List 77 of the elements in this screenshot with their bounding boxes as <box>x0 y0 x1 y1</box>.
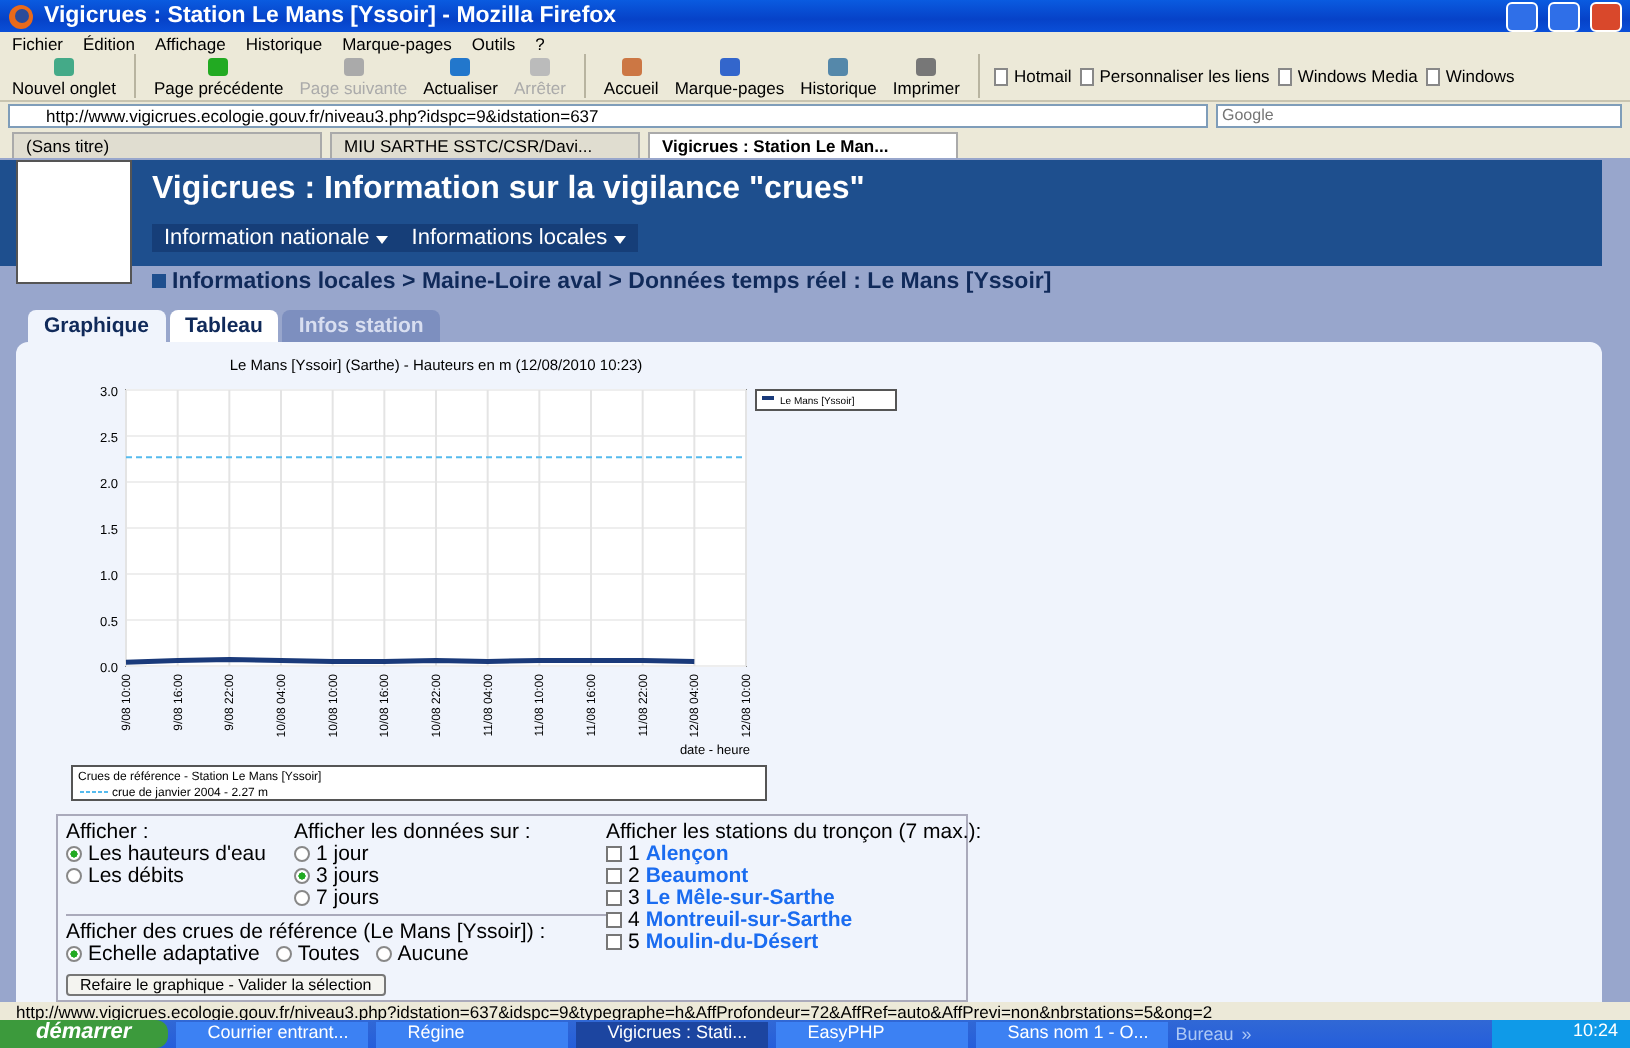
menu-item[interactable]: Outils <box>471 34 516 54</box>
toolbar-button[interactable]: Historique <box>796 55 881 98</box>
toolbar-button[interactable]: Marque-pages <box>670 55 789 98</box>
taskbar-item[interactable]: Régine <box>375 1021 568 1047</box>
address-field[interactable]: http://www.vigicrues.ecologie.gouv.fr/niveau3.php?idspc=9&idstation=637 <box>8 103 1208 128</box>
browser-tab[interactable]: Vigicrues : Station Le Man... <box>648 131 958 158</box>
taskbar-item[interactable]: Courrier entrant... <box>175 1021 368 1047</box>
minimize-button[interactable] <box>1506 1 1538 31</box>
close-button[interactable] <box>1590 1 1622 31</box>
nav-menu[interactable]: Informations locales <box>399 223 638 252</box>
station-number: 4 <box>628 909 640 932</box>
maximize-button[interactable] <box>1548 1 1580 31</box>
radio-option[interactable]: 1 jour <box>294 843 531 866</box>
menu-item[interactable]: Affichage <box>155 34 226 54</box>
system-tray: 10:24 <box>1492 1020 1630 1048</box>
station-number: 5 <box>628 931 640 954</box>
station-number: 3 <box>628 887 640 910</box>
page-icon <box>1079 67 1094 86</box>
window-title: Vigicrues : Station Le Mans [Yssoir] - Mozilla Firefox <box>44 4 619 28</box>
bookmark-link[interactable]: Windows <box>1425 66 1515 87</box>
group-label: Afficher des crues de référence (Le Mans [Yssoir]) : <box>66 919 548 944</box>
checkbox[interactable] <box>606 912 622 929</box>
page-icon <box>1425 67 1440 86</box>
group-label: Afficher : <box>66 819 151 844</box>
toolbar-label: Bureau <box>1175 1024 1234 1044</box>
station-number: 2 <box>628 865 640 888</box>
radio-option[interactable]: Les hauteurs d'eau <box>66 843 266 866</box>
radio-option[interactable]: 7 jours <box>294 887 531 910</box>
taskbar-item[interactable]: Vigicrues : Stati... <box>575 1021 768 1047</box>
checkbox[interactable] <box>606 846 622 863</box>
radio-option[interactable]: Aucune <box>375 943 469 966</box>
menu-item[interactable]: Historique <box>245 34 323 54</box>
bookmark-link[interactable]: Personnaliser les liens <box>1079 66 1270 87</box>
station-link[interactable]: Le Mêle-sur-Sarthe <box>645 887 835 910</box>
bookmark-link[interactable]: Windows Media <box>1277 66 1418 87</box>
caret-icon <box>375 235 388 244</box>
station-link[interactable]: Beaumont <box>645 865 749 888</box>
logo <box>16 159 132 284</box>
radio-option[interactable]: 3 jours <box>294 865 531 888</box>
page-icon <box>1277 67 1292 86</box>
menu-item[interactable]: Marque-pages <box>342 34 452 54</box>
radio-option[interactable]: Echelle adaptative <box>66 943 260 966</box>
radio-option[interactable]: Toutes <box>275 943 360 966</box>
page-icon <box>993 67 1008 86</box>
group-label: Afficher les stations du tronçon (7 max.): <box>606 819 982 844</box>
page-tab[interactable]: Graphique <box>28 309 166 342</box>
taskbar-item[interactable]: Sans nom 1 - O... <box>975 1021 1168 1047</box>
submit-button[interactable]: Refaire le graphique - Valider la sélection <box>66 973 386 996</box>
breadcrumb: Informations locales > Maine-Loire aval > Données temps réel : Le Mans [Yssoir] <box>0 269 1602 294</box>
checkbox[interactable] <box>606 890 622 907</box>
station-number: 1 <box>628 843 640 866</box>
site-title: Vigicrues : Information sur la vigilance "crues" <box>152 171 865 208</box>
caret-icon <box>613 235 626 244</box>
group-label: Afficher les données sur : <box>294 819 531 844</box>
toolbar-button[interactable]: Actualiser <box>419 55 502 98</box>
taskbar-item[interactable]: EasyPHP <box>775 1021 968 1047</box>
checkbox[interactable] <box>606 934 622 951</box>
search-field[interactable]: Google <box>1216 103 1622 128</box>
bookmark-link[interactable]: Hotmail <box>993 66 1072 87</box>
browser-tab[interactable]: MIU SARTHE SSTC/CSR/Davi... <box>330 131 640 158</box>
nav-menu[interactable]: Information nationale <box>152 223 400 252</box>
toolbar-button[interactable]: Imprimer <box>888 55 964 98</box>
toolbar-button[interactable]: Page précédente <box>149 55 288 98</box>
menu-item[interactable]: ? <box>535 34 545 54</box>
menu-item[interactable]: Édition <box>83 34 136 54</box>
square-bullet-icon <box>152 273 166 288</box>
station-link[interactable]: Alençon <box>645 843 729 866</box>
radio-option[interactable]: Les débits <box>66 865 266 888</box>
checkbox[interactable] <box>606 868 622 885</box>
station-link[interactable]: Montreuil-sur-Sarthe <box>645 909 853 932</box>
menu-item[interactable]: Fichier <box>12 34 64 54</box>
page-tab[interactable]: Tableau <box>169 309 279 342</box>
toolbar-button[interactable]: Nouvel onglet <box>8 55 120 98</box>
station-link[interactable]: Moulin-du-Désert <box>645 931 819 954</box>
start-button[interactable]: démarrer <box>0 1020 168 1048</box>
toolbar-button[interactable]: Accueil <box>599 55 663 98</box>
browser-tab[interactable]: (Sans titre) <box>12 131 322 158</box>
